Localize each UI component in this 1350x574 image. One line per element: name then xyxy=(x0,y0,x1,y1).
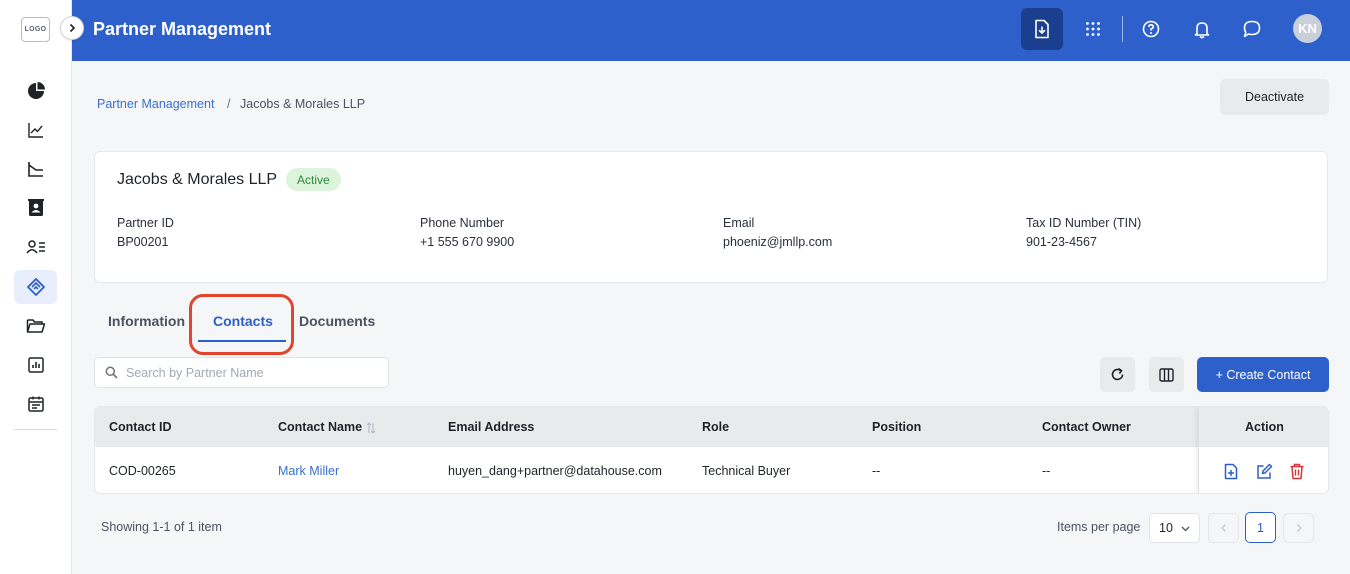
folder-open-icon xyxy=(26,319,45,333)
avatar[interactable]: KN xyxy=(1293,14,1322,43)
sidebar-item-contacts[interactable] xyxy=(14,191,57,225)
bell-icon xyxy=(1194,21,1210,38)
email-value: phoeniz@jmllp.com xyxy=(723,235,833,249)
notifications-button[interactable] xyxy=(1181,8,1223,50)
chevron-right-icon xyxy=(69,23,76,33)
next-page-button[interactable] xyxy=(1283,513,1314,543)
page-title: Partner Management xyxy=(93,19,272,39)
trash-icon xyxy=(1290,463,1304,479)
column-header-role[interactable]: Role xyxy=(702,420,729,434)
table-header: Contact ID Contact Name Email Address Ro… xyxy=(95,407,1328,447)
sidebar-item-partners[interactable] xyxy=(14,270,57,304)
items-per-page-value: 10 xyxy=(1159,521,1173,535)
refresh-button[interactable] xyxy=(1100,357,1135,392)
phone-label: Phone Number xyxy=(420,216,505,230)
top-bar: Partner Management KN xyxy=(72,0,1350,61)
chevron-left-icon xyxy=(1220,524,1226,532)
refresh-icon xyxy=(1111,367,1124,381)
delete-button[interactable] xyxy=(1288,462,1306,480)
sidebar-item-reports[interactable] xyxy=(14,152,57,186)
topbar-divider xyxy=(1122,16,1123,42)
cell-position: -- xyxy=(872,464,881,478)
breadcrumb-current: Jacobs & Morales LLP xyxy=(240,97,366,111)
breadcrumb-parent-link[interactable]: Partner Management xyxy=(97,97,214,111)
tin-value: 901-23-4567 xyxy=(1026,235,1097,249)
search-icon xyxy=(105,366,118,379)
edit-icon xyxy=(1256,463,1272,479)
download-icon xyxy=(1035,19,1049,39)
column-header-action: Action xyxy=(1245,420,1284,434)
help-icon xyxy=(1142,20,1160,38)
previous-page-button[interactable] xyxy=(1208,513,1239,543)
user-list-icon xyxy=(25,240,45,254)
contact-book-icon xyxy=(27,199,44,216)
sidebar-item-files[interactable] xyxy=(14,309,57,343)
email-label: Email xyxy=(723,216,755,230)
highlight-annotation xyxy=(189,294,294,355)
partner-id-label: Partner ID xyxy=(117,216,174,230)
sidebar-item-calendar[interactable] xyxy=(14,387,57,421)
sort-icon[interactable] xyxy=(366,422,376,434)
column-header-contact-name[interactable]: Contact Name xyxy=(278,420,362,434)
trend-line-icon xyxy=(27,123,43,138)
deactivate-button[interactable]: Deactivate xyxy=(1220,79,1329,115)
handshake-tag-icon xyxy=(26,278,45,296)
edit-button[interactable] xyxy=(1255,462,1273,480)
status-badge: Active xyxy=(286,168,341,191)
apps-button[interactable] xyxy=(1072,8,1114,50)
search-box xyxy=(94,357,389,388)
chevron-down-icon xyxy=(1181,526,1190,532)
column-header-contact-owner[interactable]: Contact Owner xyxy=(1042,420,1131,434)
partner-id-value: BP00201 xyxy=(117,235,169,249)
tab-information[interactable]: Information xyxy=(108,313,185,329)
pie-chart-icon xyxy=(27,82,45,99)
cell-role: Technical Buyer xyxy=(702,464,791,478)
cell-email: huyen_dang+partner@datahouse.com xyxy=(448,464,662,478)
sidebar-divider xyxy=(14,429,57,430)
cell-contact-owner: -- xyxy=(1042,464,1051,478)
create-contact-button[interactable]: + Create Contact xyxy=(1197,357,1329,392)
sidebar-item-analytics[interactable] xyxy=(14,113,57,147)
help-button[interactable] xyxy=(1130,8,1172,50)
cell-contact-id: COD-00265 xyxy=(109,464,176,478)
items-per-page-select[interactable]: 10 xyxy=(1149,513,1200,543)
chat-button[interactable] xyxy=(1231,8,1273,50)
sidebar-item-users[interactable] xyxy=(14,230,57,264)
calendar-icon xyxy=(27,396,44,412)
page-number-current[interactable]: 1 xyxy=(1245,512,1276,543)
contacts-table: Contact ID Contact Name Email Address Ro… xyxy=(94,406,1329,494)
download-button[interactable] xyxy=(1021,8,1063,50)
column-header-email[interactable]: Email Address xyxy=(448,420,534,434)
add-document-button[interactable] xyxy=(1222,462,1240,480)
app-logo: LOGO xyxy=(21,17,50,42)
bar-report-icon xyxy=(27,357,44,373)
pagination-summary: Showing 1-1 of 1 item xyxy=(101,520,222,534)
column-header-position[interactable]: Position xyxy=(872,420,921,434)
search-input[interactable] xyxy=(126,358,381,387)
file-plus-icon xyxy=(1224,463,1238,479)
tab-documents[interactable]: Documents xyxy=(299,313,375,329)
sidebar-item-statistics[interactable] xyxy=(14,348,57,382)
chevron-right-icon xyxy=(1296,524,1302,532)
columns-button[interactable] xyxy=(1149,357,1184,392)
contact-name-link[interactable]: Mark Miller xyxy=(278,464,339,478)
phone-value: +1 555 670 9900 xyxy=(420,235,515,249)
partner-name: Jacobs & Morales LLP xyxy=(117,171,278,188)
sidebar: LOGO xyxy=(0,0,72,574)
items-per-page-label: Items per page xyxy=(1057,520,1141,534)
apps-grid-icon xyxy=(1086,22,1100,36)
chart-axes-icon xyxy=(27,162,43,177)
chat-icon xyxy=(1243,20,1261,38)
breadcrumb-separator: / xyxy=(227,97,231,111)
column-header-contact-id[interactable]: Contact ID xyxy=(109,420,172,434)
tin-label: Tax ID Number (TIN) xyxy=(1026,216,1142,230)
action-column: Action xyxy=(1198,407,1328,493)
sidebar-item-dashboard[interactable] xyxy=(14,74,57,108)
partner-summary-card: Jacobs & Morales LLP Active Partner ID B… xyxy=(94,151,1328,283)
columns-icon xyxy=(1159,367,1174,382)
sidebar-expand-button[interactable] xyxy=(60,16,84,40)
